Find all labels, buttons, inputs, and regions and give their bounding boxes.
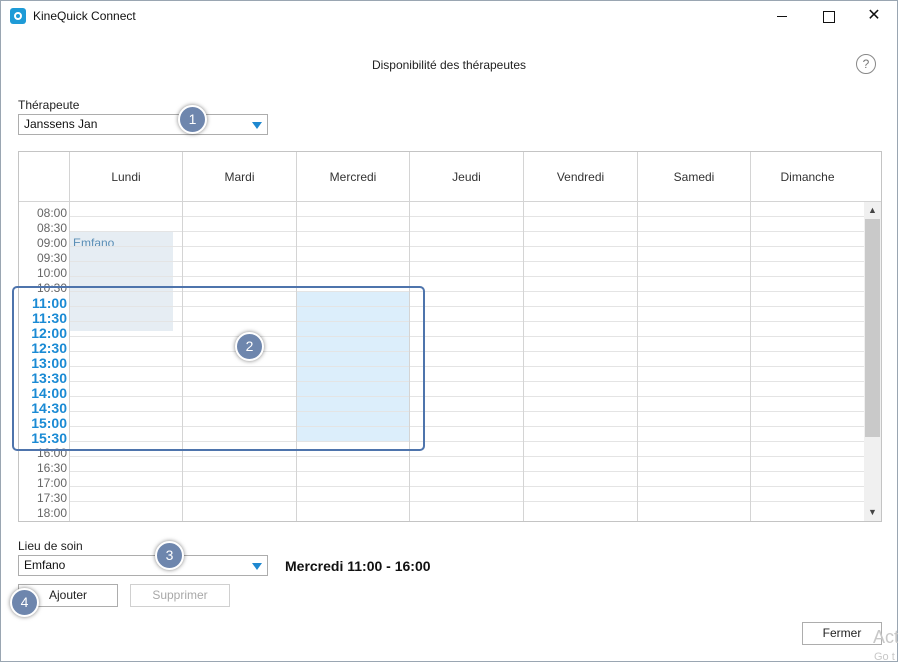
location-select[interactable]: Emfano bbox=[18, 555, 268, 576]
scroll-up-icon[interactable]: ▲ bbox=[864, 202, 881, 219]
slot-divider bbox=[69, 276, 864, 277]
minimize-button[interactable] bbox=[759, 1, 805, 32]
delete-button[interactable]: Supprimer bbox=[130, 584, 230, 607]
day-header-jeudi: Jeudi bbox=[409, 152, 523, 202]
callout-badge-4: 4 bbox=[10, 588, 39, 617]
time-label: 18:00 bbox=[36, 506, 67, 520]
callout-badge-2: 2 bbox=[235, 332, 264, 361]
slot-divider bbox=[69, 261, 864, 262]
scrollbar-thumb[interactable] bbox=[865, 219, 880, 437]
slot-divider bbox=[69, 456, 864, 457]
slot-divider bbox=[69, 231, 864, 232]
day-header-mardi: Mardi bbox=[182, 152, 296, 202]
help-icon[interactable]: ? bbox=[856, 54, 876, 74]
maximize-button[interactable] bbox=[805, 1, 851, 32]
close-window-button[interactable]: ✕ bbox=[851, 1, 897, 32]
grid-header: Lundi Mardi Mercredi Jeudi Vendredi Samedi Dim… bbox=[19, 152, 881, 202]
time-label: 08:30 bbox=[36, 221, 67, 235]
therapist-select-value: Janssens Jan bbox=[24, 117, 98, 131]
callout-badge-1: 1 bbox=[178, 105, 207, 134]
app-title: KineQuick Connect bbox=[33, 9, 136, 23]
time-label: 16:30 bbox=[36, 461, 67, 475]
day-header-lundi: Lundi bbox=[69, 152, 182, 202]
activation-watermark: Act bbox=[873, 627, 898, 647]
therapist-select[interactable]: Janssens Jan bbox=[18, 114, 268, 135]
location-label: Lieu de soin bbox=[18, 539, 83, 553]
dropdown-arrow-icon[interactable] bbox=[252, 122, 262, 129]
day-column-divider bbox=[637, 202, 638, 521]
time-label: 17:00 bbox=[36, 476, 67, 490]
dropdown-arrow-icon[interactable] bbox=[252, 563, 262, 570]
day-header-vendredi: Vendredi bbox=[523, 152, 637, 202]
existing-block-label: Emfano bbox=[73, 236, 115, 250]
time-label: 17:30 bbox=[36, 491, 67, 505]
slot-divider bbox=[69, 486, 864, 487]
therapist-label: Thérapeute bbox=[18, 98, 80, 112]
selection-summary: Mercredi 11:00 - 16:00 bbox=[285, 558, 431, 574]
day-header-samedi: Samedi bbox=[637, 152, 750, 202]
app-window: KineQuick Connect ✕ Disponibilité des th… bbox=[0, 0, 898, 662]
callout-badge-3: 3 bbox=[155, 541, 184, 570]
day-column-divider bbox=[750, 202, 751, 521]
day-header-dimanche: Dimanche bbox=[750, 152, 864, 202]
slot-divider bbox=[69, 501, 864, 502]
time-label: 08:00 bbox=[36, 206, 67, 220]
title-bar: KineQuick Connect ✕ bbox=[1, 1, 897, 32]
dialog-title: Disponibilité des thérapeutes bbox=[371, 58, 527, 72]
slot-divider bbox=[69, 246, 864, 247]
time-label: 10:00 bbox=[36, 266, 67, 280]
slot-divider bbox=[69, 216, 864, 217]
selection-highlight-frame bbox=[12, 286, 425, 451]
location-select-value: Emfano bbox=[24, 558, 66, 572]
day-column-divider bbox=[523, 202, 524, 521]
day-header-mercredi: Mercredi bbox=[296, 152, 409, 202]
scroll-down-icon[interactable]: ▼ bbox=[864, 504, 881, 521]
vertical-scrollbar[interactable]: ▲ ▼ bbox=[864, 202, 881, 521]
kinequick-logo-icon bbox=[10, 8, 26, 24]
slot-divider bbox=[69, 471, 864, 472]
time-label: 09:00 bbox=[36, 236, 67, 250]
close-button[interactable]: Fermer bbox=[802, 622, 882, 645]
time-label: 09:30 bbox=[36, 251, 67, 265]
activation-watermark-subtext: Go t bbox=[874, 651, 895, 662]
